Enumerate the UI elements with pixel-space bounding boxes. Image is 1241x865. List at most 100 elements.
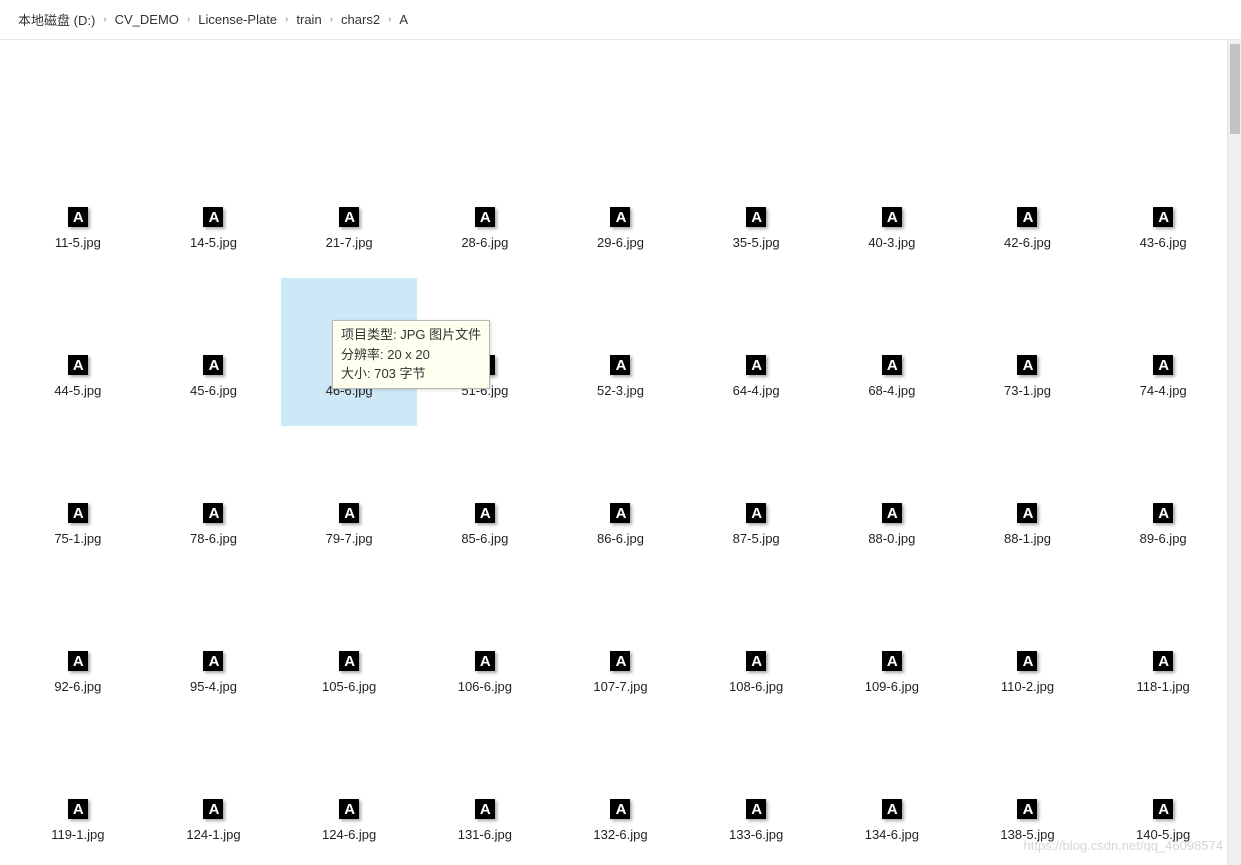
file-thumbnail-icon: A [68,799,88,819]
file-item[interactable]: A95-4.jpg [146,574,282,722]
file-item[interactable]: A108-6.jpg [688,574,824,722]
file-label: 88-1.jpg [1004,531,1051,546]
file-label: 45-6.jpg [190,383,237,398]
file-item[interactable]: A44-5.jpg [10,278,146,426]
breadcrumb-item[interactable]: A [399,12,408,27]
file-thumbnail-icon: A [339,799,359,819]
file-item[interactable]: A106-6.jpg [417,574,553,722]
file-item[interactable]: A 118-1.jpg [1095,574,1231,722]
file-thumbnail-icon: A [610,651,630,671]
file-item[interactable]: A73-1.jpg [960,278,1096,426]
breadcrumb[interactable]: 本地磁盘 (D:)›CV_DEMO›License-Plate›train›ch… [0,0,1241,40]
file-item[interactable]: A138-5.jpg [960,722,1096,865]
breadcrumb-item[interactable]: 本地磁盘 (D:) [18,10,95,29]
file-item[interactable]: A86-6.jpg [553,426,689,574]
file-item[interactable]: A110-2.jpg [960,574,1096,722]
file-label: 124-1.jpg [186,827,240,842]
file-item[interactable]: A 85-6.jpg [417,426,553,574]
file-item[interactable]: A68-4.jpg [824,278,960,426]
scrollbar-thumb[interactable] [1230,44,1240,134]
file-label: 92-6.jpg [54,679,101,694]
file-item[interactable]: A75-1.jpg [10,426,146,574]
file-label: 124-6.jpg [322,827,376,842]
breadcrumb-item[interactable]: train [296,12,321,27]
breadcrumb-item[interactable]: CV_DEMO [115,12,179,27]
file-item[interactable]: A52-3.jpg [553,278,689,426]
file-item[interactable]: A119-1.jpg [10,722,146,865]
file-item[interactable]: A 124-6.jpg [281,722,417,865]
file-label: 40-3.jpg [868,235,915,250]
file-grid-area: A11-5.jpgA14-5.jpgA21-7.jpgA28-6.jpgA29-… [0,40,1241,865]
file-item[interactable]: A105-6.jpg [281,574,417,722]
file-thumbnail-icon: A [475,651,495,671]
file-label: 14-5.jpg [190,235,237,250]
file-item[interactable]: A87-5.jpg [688,426,824,574]
file-item[interactable]: A14-5.jpg [146,130,282,278]
file-thumbnail-icon: A [746,799,766,819]
file-label: 85-6.jpg [461,531,508,546]
file-thumbnail-icon: A [882,651,902,671]
file-thumbnail-icon: A [610,207,630,227]
file-tooltip: 项目类型: JPG 图片文件 分辨率: 20 x 20 大小: 703 字节 [332,320,490,389]
file-label: 52-3.jpg [597,383,644,398]
file-item[interactable]: A 45-6.jpg [146,278,282,426]
file-item[interactable]: A134-6.jpg [824,722,960,865]
file-item[interactable]: A40-3.jpg [824,130,960,278]
file-item[interactable]: A11-5.jpg [10,130,146,278]
file-label: 11-5.jpg [55,235,101,250]
file-item[interactable]: A74-4.jpg [1095,278,1231,426]
file-label: 133-6.jpg [729,827,783,842]
file-thumbnail-icon: A [746,503,766,523]
file-thumbnail-icon: A [1153,651,1173,671]
file-item[interactable]: A64-4.jpg [688,278,824,426]
tooltip-line-resolution: 分辨率: 20 x 20 [341,345,481,365]
breadcrumb-item[interactable]: License-Plate [198,12,277,27]
file-item[interactable]: A109-6.jpg [824,574,960,722]
file-label: 108-6.jpg [729,679,783,694]
file-item[interactable]: A 107-7.jpg [553,574,689,722]
file-label: 105-6.jpg [322,679,376,694]
file-label: 42-6.jpg [1004,235,1051,250]
chevron-right-icon: › [285,14,288,25]
file-label: 75-1.jpg [54,531,101,546]
file-item[interactable]: A88-0.jpg [824,426,960,574]
file-item[interactable]: A42-6.jpg [960,130,1096,278]
file-thumbnail-icon: A [1153,503,1173,523]
file-item[interactable]: A140-5.jpg [1095,722,1231,865]
chevron-right-icon: › [187,14,190,25]
file-label: 44-5.jpg [54,383,101,398]
file-label: 131-6.jpg [458,827,512,842]
file-thumbnail-icon: A [475,799,495,819]
file-item[interactable]: A124-1.jpg [146,722,282,865]
file-item[interactable]: A43-6.jpg [1095,130,1231,278]
scrollbar-track[interactable] [1227,40,1241,865]
file-label: 118-1.jpg [1137,679,1190,694]
file-thumbnail-icon: A [203,355,223,375]
file-item[interactable]: A 88-1.jpg [960,426,1096,574]
file-label: 43-6.jpg [1140,235,1187,250]
tooltip-line-type: 项目类型: JPG 图片文件 [341,325,481,345]
file-thumbnail-icon: A [1017,503,1037,523]
file-item[interactable]: A 133-6.jpg [688,722,824,865]
file-item[interactable]: A 92-6.jpg [10,574,146,722]
file-item[interactable]: A35-5.jpg [688,130,824,278]
file-thumbnail-icon: A [68,651,88,671]
file-label: 29-6.jpg [597,235,644,250]
file-item[interactable]: A28-6.jpg [417,130,553,278]
file-item[interactable]: A79-7.jpg [281,426,417,574]
file-item[interactable]: A132-6.jpg [553,722,689,865]
file-label: 86-6.jpg [597,531,644,546]
file-item[interactable]: A78-6.jpg [146,426,282,574]
file-label: 107-7.jpg [593,679,647,694]
breadcrumb-item[interactable]: chars2 [341,12,380,27]
file-item[interactable]: A89-6.jpg [1095,426,1231,574]
file-item[interactable]: A21-7.jpg [281,130,417,278]
file-label: 35-5.jpg [733,235,780,250]
file-thumbnail-icon: A [1017,799,1037,819]
file-label: 74-4.jpg [1140,383,1187,398]
file-item[interactable]: A 29-6.jpg [553,130,689,278]
file-thumbnail-icon: A [475,503,495,523]
chevron-right-icon: › [103,14,106,25]
file-item[interactable]: A 131-6.jpg [417,722,553,865]
file-label: 134-6.jpg [865,827,919,842]
